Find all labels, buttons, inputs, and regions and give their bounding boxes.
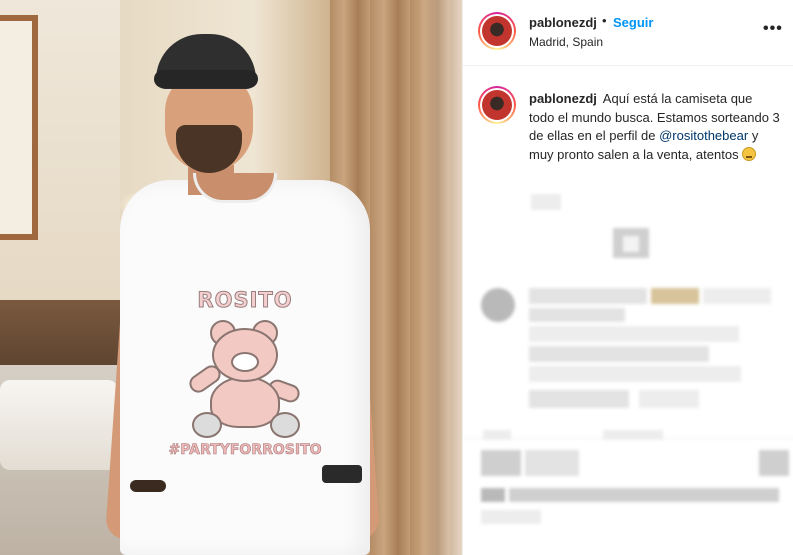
shirt-print-title: ROSITO [197,288,293,313]
wristwatch [322,465,362,483]
more-options-icon[interactable]: ••• [763,20,783,38]
cap-brim [154,70,258,88]
person: ROSITO #PARTYFORROSITO [104,30,381,555]
shirt-print-hashtag: #PARTYFORROSITO [168,442,322,459]
t-shirt: ROSITO #PARTYFORROSITO [120,180,370,555]
caption-username[interactable]: pablonezdj [529,91,597,106]
location-link[interactable]: Madrid, Spain [529,35,603,49]
bracelet [130,480,166,492]
follow-button[interactable]: Seguir [613,15,653,30]
pillow [0,380,118,470]
post-sidebar: pablonezdj • Seguir Madrid, Spain ••• pa… [462,0,793,555]
separator-dot: • [602,13,607,28]
post-photo[interactable]: ROSITO #PARTYFORROSITO [0,0,462,555]
mention-link[interactable]: @rositothebear [659,128,748,143]
caption-avatar[interactable] [478,86,516,124]
window-light [420,0,462,555]
header-username[interactable]: pablonezdj [529,15,597,30]
profile-avatar[interactable] [478,12,516,50]
blurred-comments [463,180,793,555]
caption-text: pablonezdj Aquí está la camiseta que tod… [529,90,781,164]
teddy-bear-print [182,320,307,440]
post-header: pablonezdj • Seguir Madrid, Spain ••• [463,0,793,66]
grimacing-emoji-icon [742,146,757,161]
wall-frame [0,15,38,240]
